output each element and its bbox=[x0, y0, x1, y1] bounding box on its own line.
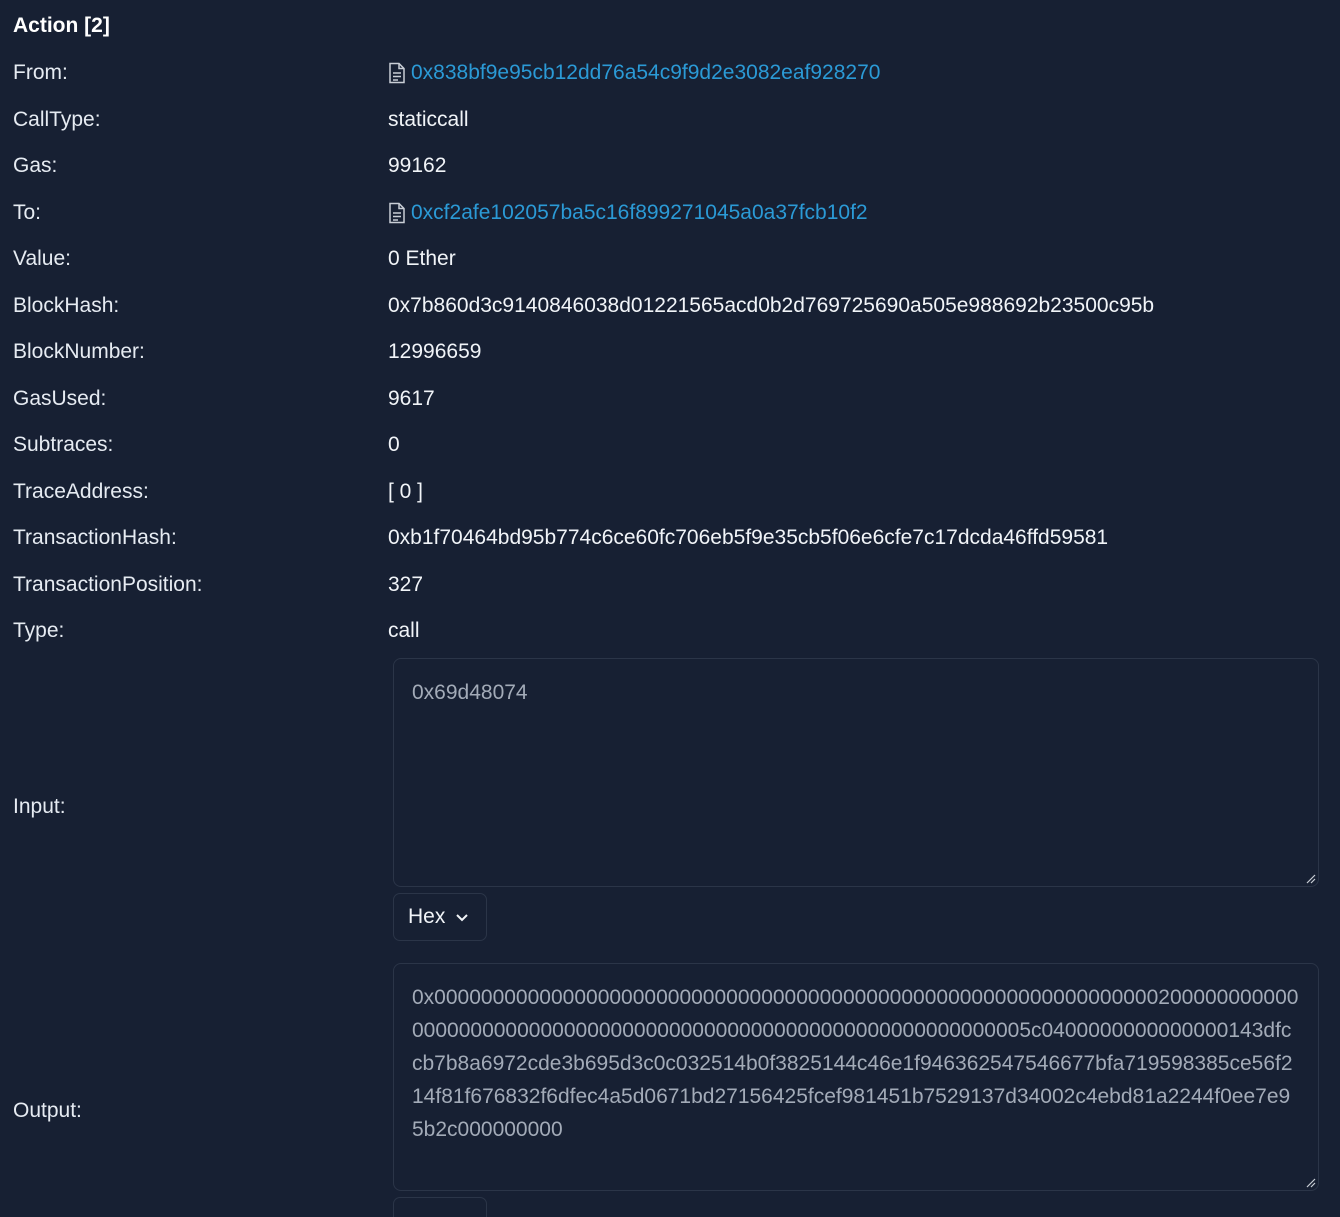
field-label: Gas: bbox=[13, 154, 58, 177]
field-row: BlockNumber: 12996659 bbox=[0, 337, 1340, 367]
address-link[interactable]: 0xcf2afe102057ba5c16f899271045a0a37fcb10… bbox=[411, 198, 868, 228]
output-label: Output: bbox=[13, 1099, 82, 1122]
field-row: Gas: 99162 bbox=[0, 151, 1340, 181]
document-icon bbox=[389, 62, 405, 84]
chevron-down-icon bbox=[456, 914, 469, 922]
resize-grip-icon[interactable] bbox=[1304, 1176, 1316, 1188]
field-value: call bbox=[388, 619, 420, 642]
field-value: [ 0 ] bbox=[388, 480, 424, 503]
field-label: BlockHash: bbox=[13, 294, 120, 317]
input-format-select[interactable]: Hex bbox=[393, 893, 487, 941]
field-value: 0x7b860d3c9140846038d01221565acd0b2d7697… bbox=[388, 294, 1155, 317]
field-row: To: 0xcf2afe102057ba5c16f899271045a0a37fc… bbox=[0, 198, 1340, 228]
field-row: Type: call bbox=[0, 616, 1340, 646]
field-value: 327 bbox=[388, 573, 424, 596]
field-value: 0xb1f70464bd95b774c6ce60fc706eb5f9e35cb5… bbox=[388, 526, 1109, 549]
field-label: TransactionHash: bbox=[13, 526, 177, 549]
resize-grip-icon[interactable] bbox=[1304, 872, 1316, 884]
output-textarea[interactable]: 0x00000000000000000000000000000000000000… bbox=[393, 963, 1319, 1191]
field-value: 12996659 bbox=[388, 340, 482, 363]
field-row: TransactionHash: 0xb1f70464bd95b774c6ce60… bbox=[0, 523, 1340, 553]
output-value: 0x00000000000000000000000000000000000000… bbox=[412, 986, 1299, 1141]
field-label: TransactionPosition: bbox=[13, 573, 203, 596]
field-label: TraceAddress: bbox=[13, 480, 149, 503]
field-row: BlockHash: 0x7b860d3c9140846038d01221565a… bbox=[0, 291, 1340, 321]
field-value: 99162 bbox=[388, 154, 447, 177]
field-label: GasUsed: bbox=[13, 387, 107, 410]
address-link[interactable]: 0x838bf9e95cb12dd76a54c9f9d2e3082eaf9282… bbox=[411, 58, 880, 88]
field-address: 0x838bf9e95cb12dd76a54c9f9d2e3082eaf9282… bbox=[388, 58, 880, 88]
field-address: 0xcf2afe102057ba5c16f899271045a0a37fcb10… bbox=[388, 198, 868, 228]
input-format-value: Hex bbox=[408, 905, 446, 928]
field-label: Subtraces: bbox=[13, 433, 114, 456]
field-label: Type: bbox=[13, 619, 65, 642]
output-format-select[interactable] bbox=[393, 1197, 487, 1217]
field-label: Value: bbox=[13, 247, 71, 270]
input-textarea[interactable]: 0x69d48074 bbox=[393, 658, 1319, 887]
field-label: To: bbox=[13, 201, 42, 224]
input-value: 0x69d48074 bbox=[412, 681, 528, 704]
section-title: Action [2] bbox=[13, 14, 110, 37]
field-row: Subtraces: 0 bbox=[0, 430, 1340, 460]
input-label: Input: bbox=[13, 795, 66, 818]
field-row: Value: 0 Ether bbox=[0, 244, 1340, 274]
field-row: GasUsed: 9617 bbox=[0, 384, 1340, 414]
field-value: staticcall bbox=[388, 108, 469, 131]
document-icon bbox=[389, 202, 405, 224]
field-row: TraceAddress: [ 0 ] bbox=[0, 477, 1340, 507]
field-value: 0 bbox=[388, 433, 400, 456]
field-value: 0 Ether bbox=[388, 247, 456, 270]
field-label: CallType: bbox=[13, 108, 101, 131]
field-row: From: 0x838bf9e95cb12dd76a54c9f9d2e3082ea… bbox=[0, 58, 1340, 88]
field-value: 9617 bbox=[388, 387, 435, 410]
field-row: TransactionPosition: 327 bbox=[0, 570, 1340, 600]
field-row: CallType: staticcall bbox=[0, 105, 1340, 135]
field-label: BlockNumber: bbox=[13, 340, 145, 363]
field-label: From: bbox=[13, 61, 68, 84]
